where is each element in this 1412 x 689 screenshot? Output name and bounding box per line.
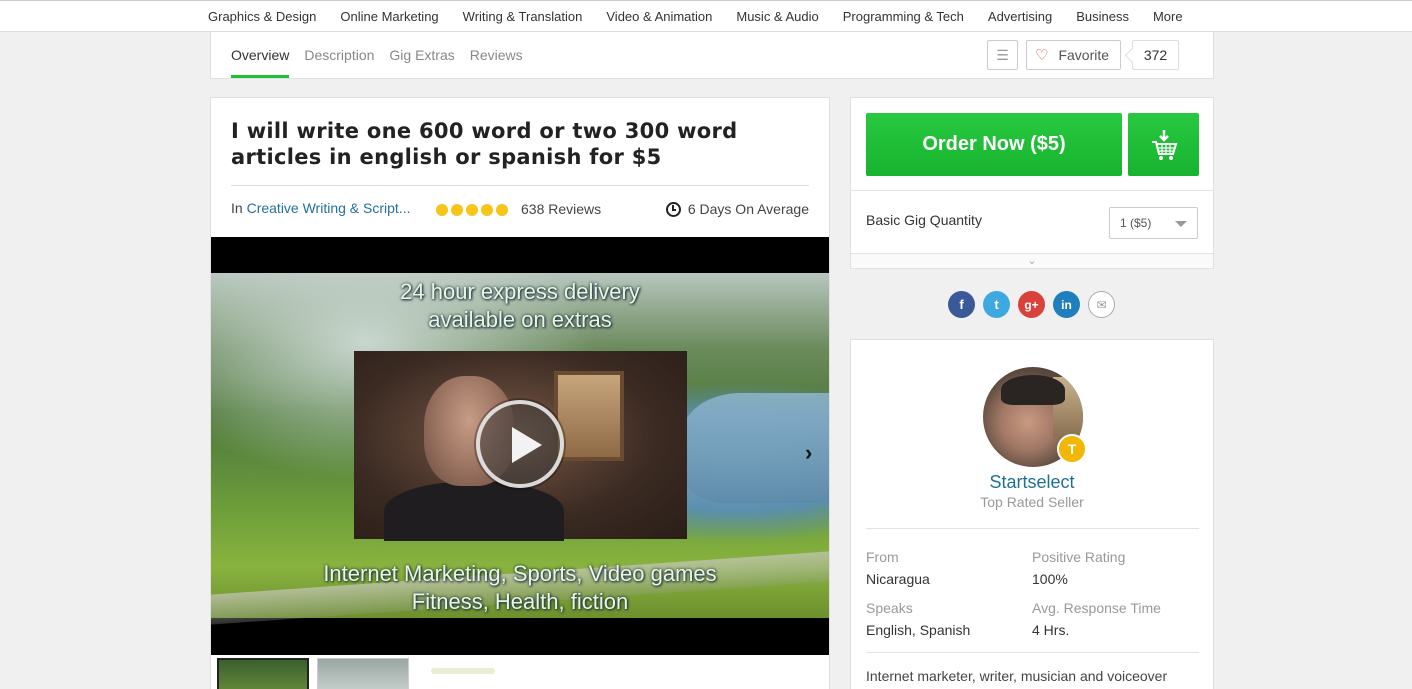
thumbnail-2[interactable] <box>317 658 409 689</box>
seller-divider-2 <box>866 652 1199 653</box>
overlay-top-line1: 24 hour express delivery <box>400 279 640 304</box>
linkedin-icon[interactable]: in <box>1053 291 1080 318</box>
google-plus-icon[interactable]: g+ <box>1018 291 1045 318</box>
star-icon <box>481 204 493 216</box>
speaks-value: English, Spanish <box>866 622 971 638</box>
favorite-count: 372 <box>1132 40 1179 70</box>
thumbnail-1[interactable] <box>217 658 309 689</box>
category-bar: Graphics & Design Online Marketing Writi… <box>0 0 1412 32</box>
from-label: From <box>866 549 899 565</box>
title-divider <box>231 185 809 186</box>
quantity-select[interactable]: 1 ($5) <box>1109 207 1198 239</box>
speaks-label: Speaks <box>866 600 913 616</box>
email-icon[interactable]: ✉ <box>1088 291 1115 318</box>
expand-extras[interactable]: ⌄ <box>851 253 1213 268</box>
star-icon <box>496 204 508 216</box>
delivery-label: 6 Days On Average <box>687 201 809 217</box>
video-overlay-bottom: Internet Marketing, Sports, Video games … <box>211 560 829 616</box>
top-rated-badge: T <box>1057 434 1087 464</box>
star-icon <box>451 204 463 216</box>
double-chevron-down-icon: ⌄ <box>1027 255 1037 267</box>
favorite-button[interactable]: ♡ Favorite <box>1026 40 1121 70</box>
category-online-marketing[interactable]: Online Marketing <box>328 1 450 32</box>
rating-stars <box>436 204 511 216</box>
category-business[interactable]: Business <box>1064 1 1141 32</box>
social-share: f t g+ in ✉ <box>948 291 1123 318</box>
order-divider <box>851 190 1213 191</box>
gig-tabs: Overview Description Gig Extras Reviews <box>231 32 538 78</box>
response-time-value: 4 Hrs. <box>1032 622 1070 638</box>
cart-icon <box>1151 129 1177 160</box>
seller-bio: Internet marketer, writer, musician and … <box>866 668 1168 684</box>
category-writing-translation[interactable]: Writing & Translation <box>451 1 595 32</box>
quantity-label: Basic Gig Quantity <box>866 212 982 228</box>
seller-level: Top Rated Seller <box>980 494 1084 510</box>
category-music-audio[interactable]: Music & Audio <box>724 1 830 32</box>
category-video-animation[interactable]: Video & Animation <box>594 1 724 32</box>
heart-icon: ♡ <box>1035 47 1049 64</box>
gig-main-card: I will write one 600 word or two 300 wor… <box>210 97 830 689</box>
delivery-time: 6 Days On Average <box>665 201 809 217</box>
gig-title: I will write one 600 word or two 300 wor… <box>231 119 738 169</box>
clock-icon <box>665 201 681 217</box>
chevron-right-icon[interactable]: › <box>805 442 819 464</box>
seller-card: T Startselect Top Rated Seller From Nica… <box>850 339 1214 689</box>
positive-rating-value: 100% <box>1032 571 1068 587</box>
menu-button[interactable]: ☰ <box>987 40 1018 70</box>
tab-description[interactable]: Description <box>304 32 374 78</box>
seller-divider <box>866 528 1199 529</box>
star-icon <box>466 204 478 216</box>
category-prefix: In <box>231 200 243 216</box>
category-link[interactable]: Creative Writing & Script... <box>247 200 411 216</box>
order-card: Order Now ($5) Basic Gig Quantity 1 ($5)… <box>850 97 1214 269</box>
favorite-label: Favorite <box>1058 47 1110 63</box>
facebook-icon[interactable]: f <box>948 291 975 318</box>
gig-video[interactable]: 24 hour express delivery available on ex… <box>211 237 829 655</box>
video-person-shirt <box>384 481 564 541</box>
play-icon[interactable] <box>476 400 564 488</box>
category-breadcrumb: In Creative Writing & Script... <box>231 200 410 216</box>
video-overlay-top: 24 hour express delivery available on ex… <box>211 278 829 334</box>
thumbnail-3[interactable] <box>417 658 509 689</box>
star-icon <box>436 204 448 216</box>
overlay-top-line2: available on extras <box>428 307 612 332</box>
hamburger-icon: ☰ <box>996 46 1009 63</box>
reviews-count[interactable]: 638 Reviews <box>521 201 601 217</box>
positive-rating-label: Positive Rating <box>1032 549 1126 565</box>
overlay-bottom-line2: Fitness, Health, fiction <box>411 589 629 614</box>
from-value: Nicaragua <box>866 571 930 587</box>
order-now-button[interactable]: Order Now ($5) <box>866 113 1122 176</box>
category-graphics-design[interactable]: Graphics & Design <box>196 1 328 32</box>
category-programming-tech[interactable]: Programming & Tech <box>831 1 976 32</box>
category-advertising[interactable]: Advertising <box>976 1 1064 32</box>
tab-reviews[interactable]: Reviews <box>470 32 523 78</box>
overlay-bottom-line1: Internet Marketing, Sports, Video games <box>323 561 717 586</box>
tab-overview[interactable]: Overview <box>231 32 290 78</box>
category-more[interactable]: More <box>1141 1 1195 32</box>
video-window <box>554 371 624 461</box>
add-to-cart-button[interactable] <box>1128 113 1199 176</box>
gig-meta: In Creative Writing & Script... 638 Revi… <box>231 200 809 220</box>
gig-nav: Overview Description Gig Extras Reviews … <box>210 32 1214 79</box>
avatar-hair <box>1001 375 1065 405</box>
twitter-icon[interactable]: t <box>983 291 1010 318</box>
seller-name[interactable]: Startselect <box>851 472 1213 493</box>
response-time-label: Avg. Response Time <box>1032 600 1161 616</box>
gallery-thumbnails <box>217 658 517 689</box>
tab-gig-extras[interactable]: Gig Extras <box>389 32 454 78</box>
